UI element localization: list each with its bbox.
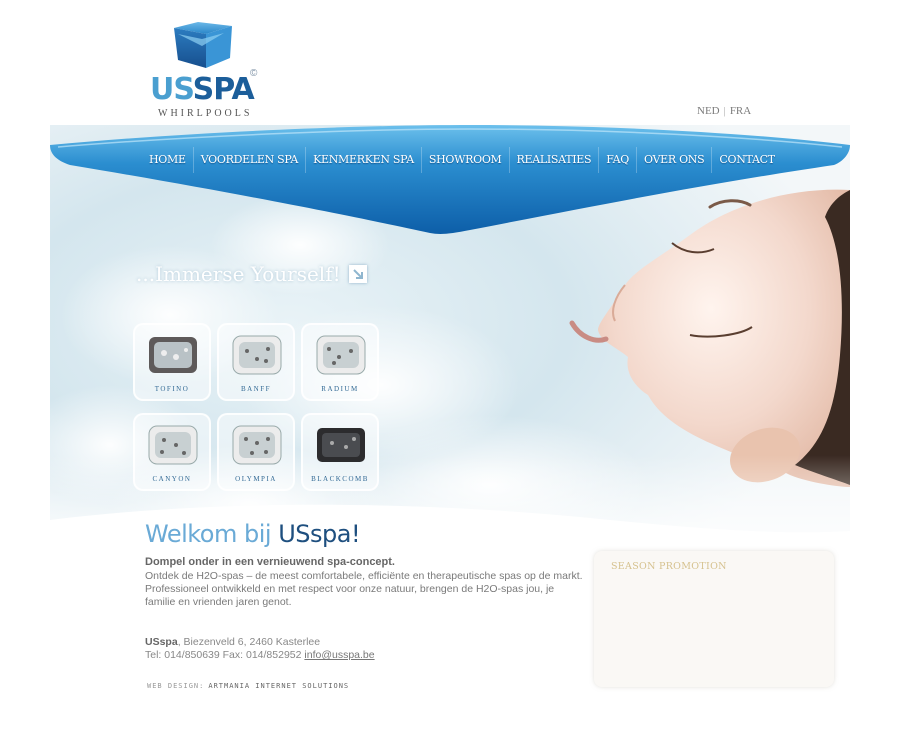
credit-label: WEB DESIGN:	[147, 682, 205, 690]
spa-name-blackcomb: BLACKCOMB	[311, 475, 369, 483]
spa-tile-banff[interactable]: BANFF	[217, 323, 295, 401]
nav-realisaties[interactable]: REALISATIES	[510, 147, 600, 173]
banff-spa-icon	[232, 335, 282, 375]
email-link[interactable]: info@usspa.be	[304, 649, 374, 661]
nav-faq[interactable]: FAQ	[599, 147, 637, 173]
lang-fra-link[interactable]: FRA	[730, 105, 751, 117]
logo-wordmark: USSPA	[150, 72, 255, 107]
usspa-logo[interactable]: USSPA © WHIRLPOOLS	[150, 20, 270, 120]
season-promotion-panel: SEASON PROMOTION	[594, 551, 834, 687]
nav-kenmerken-spa[interactable]: KENMERKEN SPA	[306, 147, 422, 173]
tofino-spa-icon	[149, 337, 197, 373]
spa-tile-canyon[interactable]: CANYON	[133, 413, 211, 491]
nav-banner-shape	[50, 125, 850, 234]
olympia-spa-icon	[232, 425, 282, 465]
blackcomb-spa-icon	[317, 428, 365, 462]
web-design-credit[interactable]: WEB DESIGN: ARTMANIA INTERNET SOLUTIONS	[147, 682, 349, 690]
promo-title: SEASON PROMOTION	[611, 561, 727, 572]
credit-name: ARTMANIA INTERNET SOLUTIONS	[208, 682, 350, 690]
phone-line: Tel: 014/850639 Fax: 014/852952 info@uss…	[145, 649, 375, 662]
language-switcher: NED | FRA	[697, 105, 751, 117]
phone-fax: Tel: 014/850639 Fax: 014/852952	[145, 649, 305, 661]
main-navigation: HOME VOORDELEN SPA KENMERKEN SPA SHOWROO…	[50, 125, 850, 237]
canyon-spa-icon	[148, 425, 198, 465]
nav-contact[interactable]: CONTACT	[712, 147, 781, 173]
logo-subtitle: WHIRLPOOLS	[158, 108, 253, 119]
spa-name-olympia: OLYMPIA	[235, 475, 277, 483]
lang-ned-link[interactable]: NED	[697, 105, 720, 117]
arrow-down-right-icon	[348, 265, 367, 283]
immerse-link[interactable]: ...Immerse Yourself!	[136, 262, 367, 286]
spa-tile-radium[interactable]: RADIUM	[301, 323, 379, 401]
spa-tile-olympia[interactable]: OLYMPIA	[217, 413, 295, 491]
spa-name-radium: RADIUM	[321, 385, 359, 393]
lang-separator: |	[723, 105, 726, 117]
company-name: USspa	[145, 636, 178, 648]
spa-tile-tofino[interactable]: TOFINO	[133, 323, 211, 401]
nav-menu: HOME VOORDELEN SPA KENMERKEN SPA SHOWROO…	[142, 147, 782, 173]
spa-cube-icon	[174, 22, 232, 68]
spa-name-canyon: CANYON	[152, 475, 192, 483]
address-line: USspa, Biezenveld 6, 2460 Kasterlee	[145, 636, 375, 649]
street-address: , Biezenveld 6, 2460 Kasterlee	[177, 636, 321, 648]
copyright-mark: ©	[250, 68, 258, 79]
intro-lead: Dompel onder in een vernieuwend spa-conc…	[145, 556, 395, 568]
nav-showroom[interactable]: SHOWROOM	[422, 147, 510, 173]
radium-spa-icon	[316, 335, 366, 375]
spa-name-tofino: TOFINO	[154, 385, 190, 393]
intro-body: Ontdek de H2O-spas – de meest comfortabe…	[145, 570, 583, 608]
nav-voordelen-spa[interactable]: VOORDELEN SPA	[194, 147, 307, 173]
immerse-tagline: ...Immerse Yourself!	[136, 262, 341, 286]
contact-info: USspa, Biezenveld 6, 2460 Kasterlee Tel:…	[145, 636, 375, 662]
welcome-heading: Welkom bij USspa!	[145, 520, 361, 548]
nav-over-ons[interactable]: OVER ONS	[637, 147, 713, 173]
spa-tile-blackcomb[interactable]: BLACKCOMB	[301, 413, 379, 491]
nav-home[interactable]: HOME	[142, 147, 194, 173]
spa-name-banff: BANFF	[240, 385, 272, 393]
